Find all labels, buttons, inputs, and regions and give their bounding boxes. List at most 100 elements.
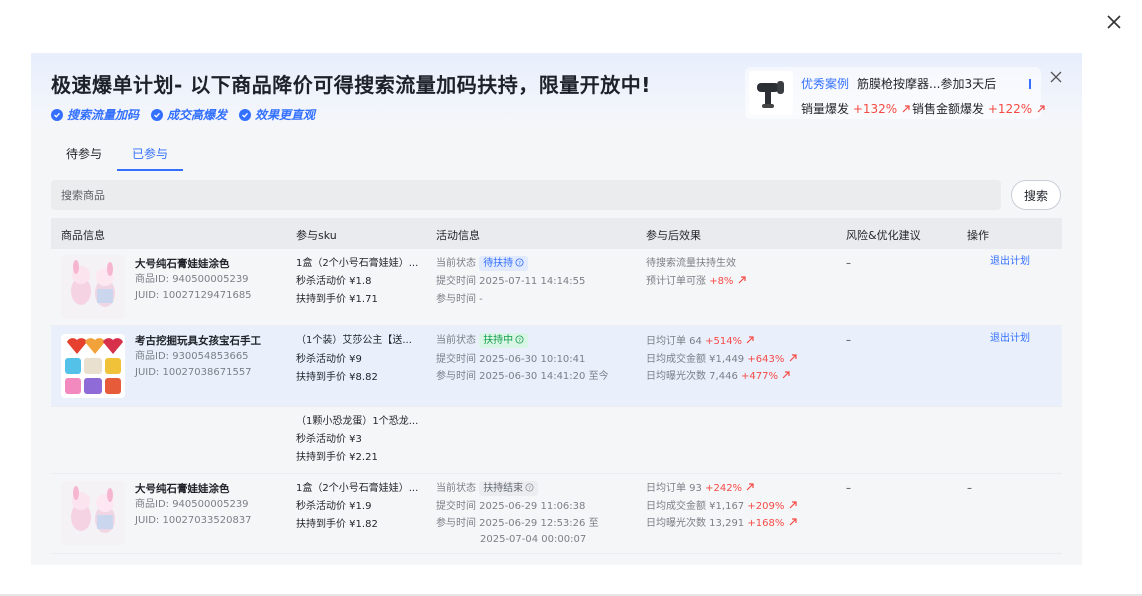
help-icon[interactable]: ? xyxy=(515,335,524,344)
feature-label: 效果更直观 xyxy=(255,108,316,122)
tab-joined[interactable]: 已参与 xyxy=(117,141,183,171)
check-circle-icon xyxy=(51,108,63,121)
stat-label: 销售金额爆发 xyxy=(912,102,985,116)
status-label: 当前状态 xyxy=(436,483,476,494)
trend-up-icon xyxy=(902,105,910,113)
case-stat-gmv: 销售金额爆发 +122% xyxy=(912,100,1046,117)
submit-time: 提交时间 2025-07-11 14:14:55 xyxy=(436,276,586,287)
case-tag: 优秀案例 xyxy=(801,77,850,91)
action-empty: – xyxy=(967,483,972,494)
trend-up-icon xyxy=(789,518,797,526)
trend-up-icon xyxy=(789,501,797,509)
feature-label: 搜索流量加码 xyxy=(67,108,140,122)
effect-change: +168% xyxy=(747,518,785,529)
header-sku: 参与sku xyxy=(296,229,337,242)
effect-line3: 日均曝光次数 7,446 +477% xyxy=(646,368,791,386)
sku-final-price: 扶持到手价 ¥1.82 xyxy=(296,519,378,530)
sku-name: （1颗小恐龙蛋）1个恐龙... xyxy=(296,416,419,427)
activity-status: 当前状态 扶持中? xyxy=(436,332,529,350)
feature-item: 搜索流量加码 xyxy=(51,106,139,123)
header-effect: 参与后效果 xyxy=(646,229,701,242)
effect-change: +242% xyxy=(705,483,743,494)
feature-label: 成交高爆发 xyxy=(167,108,228,122)
status-label: 当前状态 xyxy=(436,258,476,269)
banner-title: 极速爆单计划- 以下商品降价可得搜索流量加码扶持，限量开放中! xyxy=(51,73,651,97)
svg-text:?: ? xyxy=(528,486,531,492)
sku-flash-price: 秒杀活动价 ¥3 xyxy=(296,434,362,445)
effect-label: 日均成交金额 ¥1,167 xyxy=(646,501,745,512)
effect-label: 日均订单 64 xyxy=(646,336,702,347)
table-header: 商品信息 参与sku 活动信息 参与后效果 风险&优化建议 操作 xyxy=(51,218,1062,249)
join-time-end: 2025-07-04 00:00:07 xyxy=(480,534,587,545)
status-text: 扶持结束 xyxy=(483,483,524,494)
header-risk: 风险&优化建议 xyxy=(846,229,921,242)
risk-advice: – xyxy=(846,258,851,269)
close-icon[interactable] xyxy=(1104,12,1124,32)
search-input[interactable] xyxy=(51,180,1001,210)
effect-label: 日均成交金额 ¥1,449 xyxy=(646,354,745,365)
effect-label: 预计订单可涨 xyxy=(646,276,706,287)
effect-line1: 日均订单 93 +242% xyxy=(646,480,755,498)
table-row: 大号纯石膏娃娃涂色 商品ID: 940500005239 JUID: 10027… xyxy=(51,474,1062,554)
status-badge: 待扶持? xyxy=(479,256,529,271)
trend-up-icon xyxy=(746,483,754,491)
product-image xyxy=(61,481,125,545)
case-stat-sales: 销量爆发 +132% xyxy=(801,100,911,117)
effect-line1: 待搜索流量扶持生效 xyxy=(646,258,736,269)
join-time: 参与时间 - xyxy=(436,294,483,305)
plan-panel: 极速爆单计划- 以下商品降价可得搜索流量加码扶持，限量开放中! 搜索流量加码 成… xyxy=(31,53,1082,565)
header-product: 商品信息 xyxy=(61,229,105,242)
sku-final-price: 扶持到手价 ¥2.21 xyxy=(296,452,378,463)
table-row: （1颗小恐龙蛋）1个恐龙... 秒杀活动价 ¥3 扶持到手价 ¥2.21 xyxy=(51,407,1062,474)
header-activity: 活动信息 xyxy=(436,229,480,242)
stat-value: +122% xyxy=(987,102,1033,116)
sku-final-price: 扶持到手价 ¥8.82 xyxy=(296,372,378,383)
feature-list: 搜索流量加码 成交高爆发 效果更直观 xyxy=(51,106,315,123)
activity-status: 当前状态 扶持结束? xyxy=(436,480,539,498)
product-juid: JUID: 10027129471685 xyxy=(135,290,252,301)
feature-item: 效果更直观 xyxy=(239,106,315,123)
stat-label: 销量爆发 xyxy=(801,102,850,116)
case-name: 筋膜枪按摩器...参加3天后 xyxy=(857,77,997,91)
sku-name: 1盒（2个小号石膏娃娃）... xyxy=(296,258,419,269)
trend-up-icon xyxy=(738,276,746,284)
status-text: 待扶持 xyxy=(483,258,514,269)
sku-flash-price: 秒杀活动价 ¥9 xyxy=(296,354,362,365)
sku-name: 1盒（2个小号石膏娃娃）... xyxy=(296,483,419,494)
sku-name: （1个装）艾莎公主【送... xyxy=(296,335,412,346)
product-table: 商品信息 参与sku 活动信息 参与后效果 风险&优化建议 操作 大号纯石膏娃娃… xyxy=(51,218,1062,554)
status-text: 扶持中 xyxy=(483,335,514,346)
check-circle-icon xyxy=(239,108,252,121)
table-row: 大号纯石膏娃娃涂色 商品ID: 940500005239 JUID: 10027… xyxy=(51,249,1062,326)
exit-plan-link[interactable]: 退出计划 xyxy=(990,253,1030,271)
sku-final-price: 扶持到手价 ¥1.71 xyxy=(296,294,378,305)
activity-status: 当前状态 待扶持? xyxy=(436,255,529,273)
sku-flash-price: 秒杀活动价 ¥1.8 xyxy=(296,276,372,287)
tab-bar: 待参与 已参与 xyxy=(51,141,183,171)
success-case-card[interactable]: 优秀案例 筋膜枪按摩器...参加3天后 销量爆发 +132% 销售金额爆发 +1… xyxy=(745,67,1045,119)
product-image xyxy=(61,255,125,319)
product-juid: JUID: 10027033520837 xyxy=(135,515,252,526)
effect-label: 日均曝光次数 13,291 xyxy=(646,518,745,529)
help-icon[interactable]: ? xyxy=(525,483,534,492)
feature-item: 成交高爆发 xyxy=(151,106,227,123)
trend-up-icon xyxy=(1037,105,1045,113)
banner-close-icon[interactable] xyxy=(1049,69,1063,83)
help-icon[interactable]: ? xyxy=(515,258,524,267)
status-badge: 扶持中? xyxy=(479,333,529,348)
search-button[interactable]: 搜索 xyxy=(1011,180,1061,210)
tab-pending[interactable]: 待参与 xyxy=(51,141,117,171)
status-badge: 扶持结束? xyxy=(479,481,539,496)
effect-change: +643% xyxy=(747,354,785,365)
trend-up-icon xyxy=(789,354,797,362)
effect-change: +514% xyxy=(705,336,743,347)
submit-time: 提交时间 2025-06-29 11:06:38 xyxy=(436,501,586,512)
effect-change: +477% xyxy=(741,371,778,382)
product-image xyxy=(61,334,125,398)
effect-change: +209% xyxy=(747,501,785,512)
carousel-indicator xyxy=(1029,79,1031,89)
effect-label: 日均订单 93 xyxy=(646,483,702,494)
exit-plan-link[interactable]: 退出计划 xyxy=(990,330,1030,348)
sku-flash-price: 秒杀活动价 ¥1.9 xyxy=(296,501,372,512)
risk-advice: – xyxy=(846,483,851,494)
